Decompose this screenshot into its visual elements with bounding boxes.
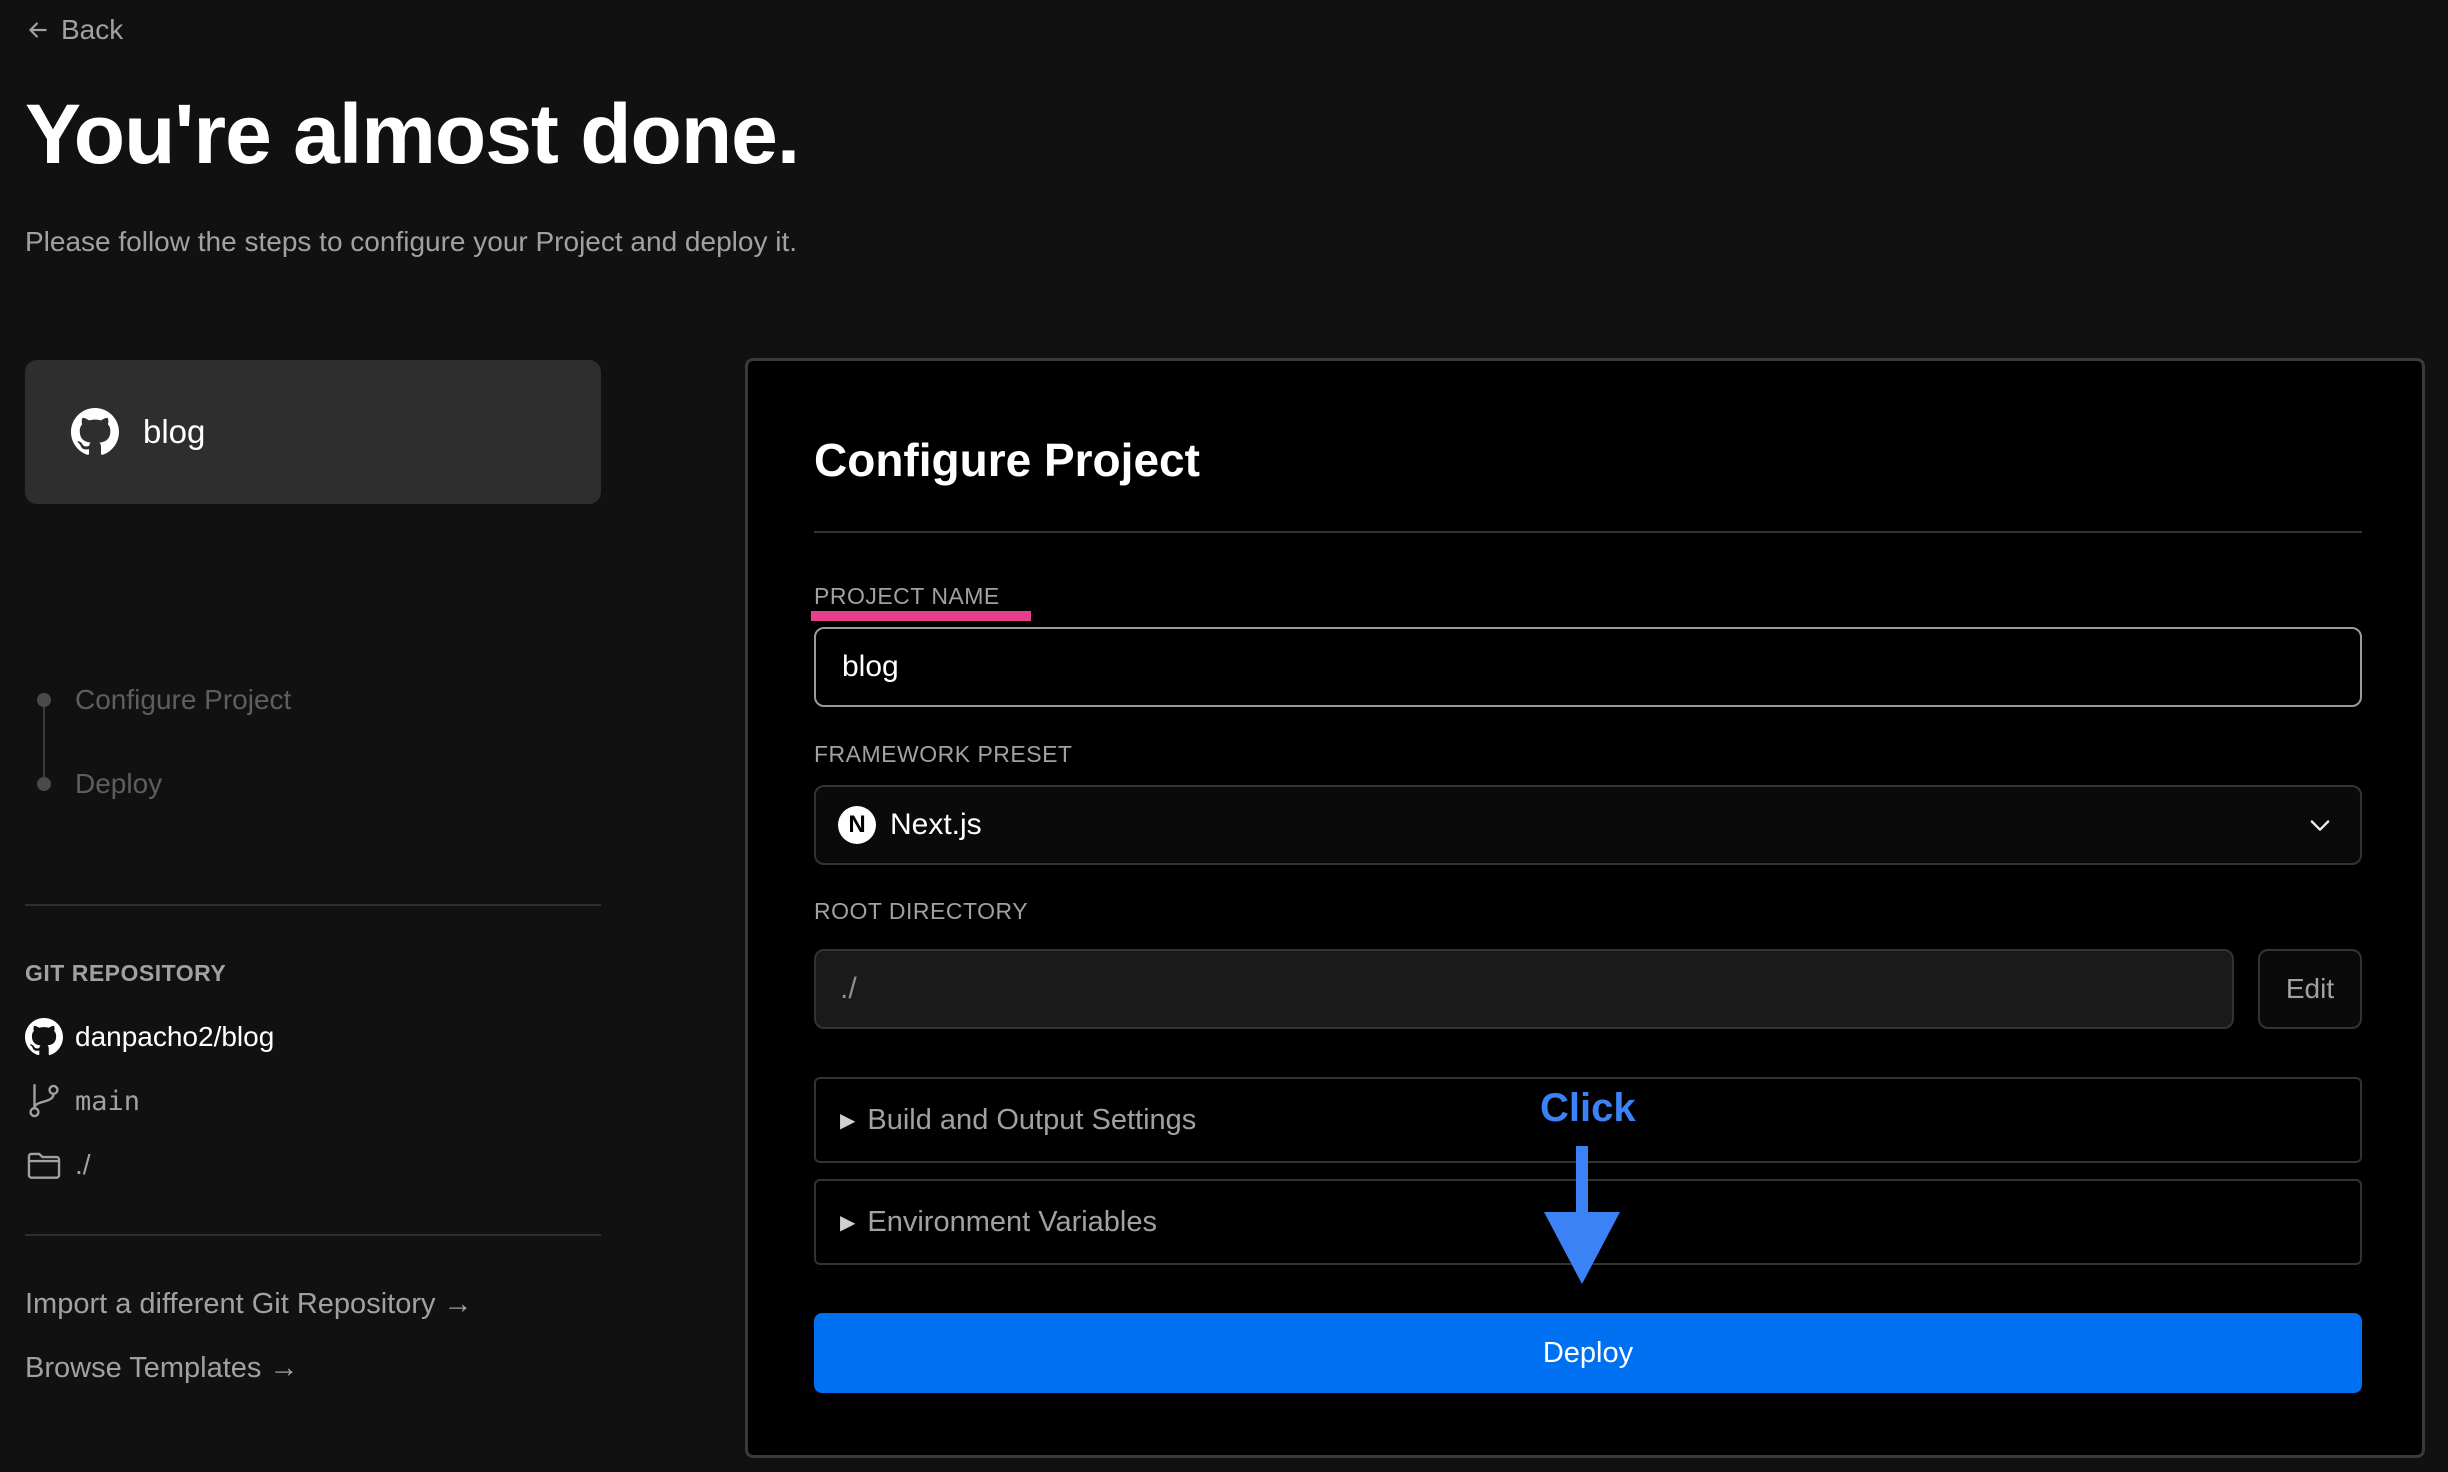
step-dot: [37, 693, 51, 707]
root-directory-input: ./: [814, 949, 2234, 1029]
framework-preset-select[interactable]: N Next.js: [814, 785, 2362, 865]
git-directory-path: ./: [75, 1149, 91, 1180]
git-repo-link[interactable]: danpacho2/blog: [25, 1018, 274, 1056]
github-icon: [71, 408, 119, 455]
back-label: Back: [61, 14, 124, 45]
environment-variables-label: Environment Variables: [867, 1205, 1157, 1238]
root-directory-label: ROOT DIRECTORY: [814, 898, 1029, 924]
configure-title: Configure Project: [814, 434, 1200, 486]
framework-preset-value: Next.js: [890, 808, 982, 841]
step-label: Configure Project: [75, 684, 292, 715]
project-name-label: PROJECT NAME: [814, 583, 1000, 609]
step-configure-project: Configure Project: [25, 684, 291, 716]
arrow-down-icon: [1544, 1146, 1620, 1284]
configure-panel: Configure Project PROJECT NAME blog FRAM…: [745, 358, 2425, 1458]
git-section-label: GIT REPOSITORY: [25, 960, 227, 986]
sidebar-divider: [25, 1234, 601, 1236]
browse-templates-link[interactable]: Browse Templates →: [25, 1352, 298, 1385]
git-branch-name: main: [75, 1085, 141, 1117]
step-deploy: Deploy: [25, 768, 162, 800]
git-repo-name: danpacho2/blog: [75, 1021, 275, 1052]
folder-icon: [27, 1152, 61, 1179]
label-highlight-underline: [811, 611, 1031, 621]
build-output-settings-label: Build and Output Settings: [867, 1103, 1197, 1136]
step-dot: [37, 777, 51, 791]
git-branch: main: [25, 1082, 140, 1120]
page: Back You're almost done. Please follow t…: [0, 0, 2448, 1472]
project-name-input[interactable]: blog: [814, 627, 2362, 707]
edit-root-button[interactable]: Edit: [2258, 949, 2362, 1029]
nextjs-logo-icon: N: [838, 806, 876, 844]
back-link[interactable]: Back: [25, 14, 123, 46]
triangle-right-icon: ▶: [840, 1211, 856, 1234]
import-repository-link[interactable]: Import a different Git Repository →: [25, 1288, 473, 1321]
arrow-left-icon: [29, 22, 47, 38]
chevron-down-icon: [2310, 820, 2330, 831]
click-annotation-label: Click: [1540, 1086, 1636, 1130]
repo-card: blog: [25, 360, 601, 504]
git-branch-icon: [29, 1083, 59, 1118]
triangle-right-icon: ▶: [840, 1109, 856, 1132]
page-subtitle: Please follow the steps to configure you…: [25, 226, 797, 257]
framework-preset-label: FRAMEWORK PRESET: [814, 741, 1073, 767]
page-title: You're almost done.: [25, 87, 800, 181]
github-icon: [25, 1018, 63, 1056]
step-label: Deploy: [75, 768, 163, 799]
git-directory: ./: [25, 1146, 91, 1184]
deploy-button[interactable]: Deploy: [814, 1313, 2362, 1393]
panel-divider: [814, 531, 2362, 533]
sidebar-divider: [25, 904, 601, 906]
repo-card-name: blog: [143, 413, 206, 450]
